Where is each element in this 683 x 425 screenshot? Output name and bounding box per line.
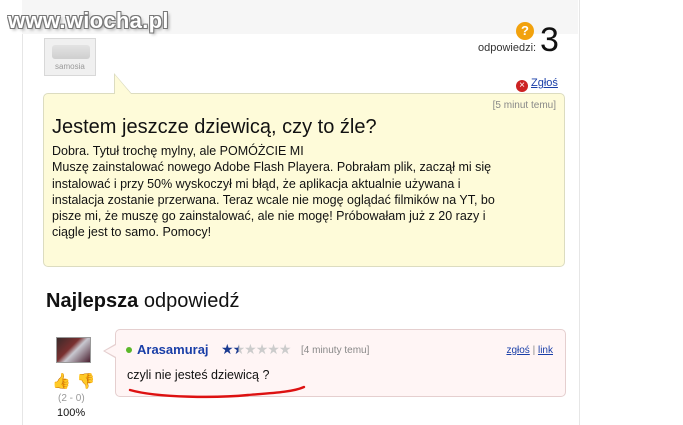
best-answer-heading: Najlepsza odpowiedź — [46, 290, 239, 313]
answer-report-link[interactable]: zgłoś — [506, 345, 529, 356]
rating-star: ★ — [232, 341, 246, 357]
online-status-icon — [126, 347, 132, 353]
answer-permalink[interactable]: link — [538, 345, 553, 356]
answerer-avatar[interactable] — [56, 337, 91, 363]
thumbs-up-icon[interactable]: 👍 — [52, 373, 71, 390]
question-line: instalacja zostanie przerwana. Teraz wca… — [52, 192, 495, 207]
question-body: Dobra. Tytuł trochę mylny, ale POMÓŻCIE … — [52, 143, 557, 241]
answer-bubble-tail-inner — [105, 345, 116, 357]
avatar-logo-mark — [52, 45, 90, 59]
answer-username[interactable]: Arasamuraj — [137, 342, 209, 357]
vote-percent: 100% — [57, 407, 86, 419]
question-line: pisze mi, że muszę go zainstalować, ale … — [52, 209, 486, 224]
question-mark-icon: ? — [516, 22, 534, 40]
question-bubble-tail-inner — [115, 75, 131, 94]
question-line: instalować i przy 50% wyskoczył mi błąd,… — [52, 176, 461, 191]
avatar-logo-text: samosia — [55, 62, 85, 71]
question-box: [5 minut temu] Jestem jeszcze dziewicą, … — [43, 93, 565, 267]
thumbs-down-icon[interactable]: 👎 — [77, 373, 96, 390]
report-question[interactable]: × Zgłoś — [516, 77, 558, 92]
best-answer-heading-bold: Najlepsza — [46, 290, 139, 312]
question-time: [5 minut temu] — [492, 100, 556, 111]
close-icon: × — [516, 80, 528, 92]
question-title: Jestem jeszcze dziewicą, czy to źle? — [52, 116, 377, 138]
rating-star: ★ — [221, 341, 234, 357]
vote-controls: 👍 👎 — [52, 372, 95, 390]
site-watermark: www.wiocha.pl — [8, 8, 169, 33]
links-separator: | — [532, 345, 536, 356]
best-answer-heading-rest: odpowiedź — [143, 290, 240, 312]
asker-avatar[interactable]: samosia — [44, 38, 96, 76]
report-link[interactable]: Zgłoś — [531, 77, 558, 89]
user-rating-stars: ★★★★★★ — [221, 341, 292, 358]
question-line: Muszę zainstalować nowego Adobe Flash Pl… — [52, 160, 492, 175]
rating-star: ★ — [255, 341, 269, 357]
rating-star: ★ — [244, 341, 257, 357]
answers-label: odpowiedzi: — [478, 42, 537, 54]
red-underline-mark — [128, 385, 306, 399]
answer-time: [4 minuty temu] — [301, 345, 370, 356]
answer-text: czyli nie jesteś dziewicą ? — [127, 368, 270, 382]
question-line: ciągle jest to samo. Pomocy! — [52, 225, 212, 240]
rating-star: ★ — [267, 341, 280, 357]
rating-star: ★ — [278, 341, 292, 357]
answer-links: zgłoś | link — [506, 345, 553, 356]
vote-count: (2 - 0) — [58, 393, 85, 404]
question-line: Dobra. Tytuł trochę mylny, ale POMÓŻCIE … — [52, 144, 304, 158]
answers-count: 3 — [540, 21, 559, 59]
